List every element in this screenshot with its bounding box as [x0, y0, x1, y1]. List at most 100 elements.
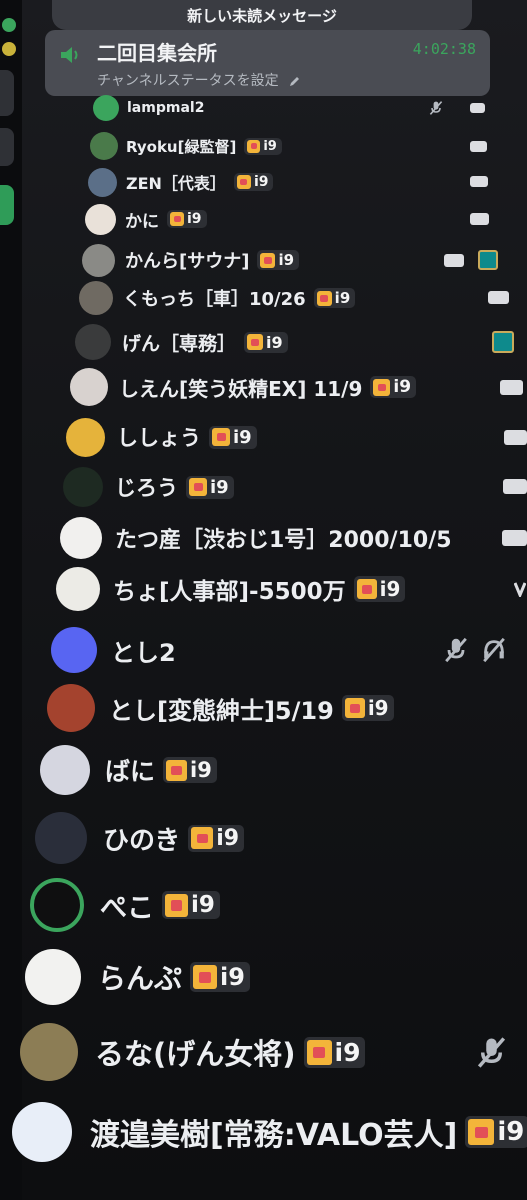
- badge-label: i9: [278, 251, 295, 269]
- voice-member[interactable]: ひのき i9: [35, 812, 245, 864]
- server-tag-badge[interactable]: i9: [163, 757, 217, 783]
- avatar[interactable]: [66, 417, 105, 457]
- server-tag-badge[interactable]: i9: [233, 173, 274, 191]
- mic-muted-icon[interactable]: [442, 636, 470, 664]
- badge-label: i9: [187, 211, 202, 227]
- crown-icon: [247, 139, 261, 153]
- avatar[interactable]: [79, 281, 113, 315]
- voice-member[interactable]: ちょ[人事部]-5500万 i9: [56, 567, 406, 611]
- avatar[interactable]: [47, 684, 95, 732]
- avatar[interactable]: [60, 517, 102, 559]
- badge-label: i9: [367, 696, 389, 720]
- voice-member[interactable]: しえん[笑う妖精EX] 11/9 i9: [70, 368, 417, 406]
- crown-icon: [260, 252, 276, 268]
- avatar[interactable]: [56, 567, 100, 611]
- voice-member[interactable]: じろう i9: [63, 467, 234, 507]
- voice-member[interactable]: かんら[サウナ] i9: [82, 243, 300, 277]
- avatar[interactable]: [25, 949, 81, 1005]
- server-tag-badge[interactable]: i9: [370, 376, 417, 398]
- server-icon[interactable]: [0, 185, 14, 225]
- crown-icon: [236, 175, 251, 189]
- server-tag-badge[interactable]: i9: [353, 576, 406, 602]
- camera-icon[interactable]: [470, 103, 485, 113]
- camera-icon[interactable]: [504, 430, 527, 445]
- avatar[interactable]: [93, 95, 119, 121]
- avatar[interactable]: [35, 812, 87, 864]
- avatar[interactable]: [88, 167, 117, 197]
- deafened-icon[interactable]: [480, 636, 508, 664]
- voice-member[interactable]: げん［専務］ i9: [75, 324, 288, 360]
- avatar[interactable]: [70, 368, 108, 406]
- voice-member[interactable]: 渡遑美樹[常務:VALO芸人] i9: [12, 1102, 527, 1162]
- voice-member[interactable]: lampmal2: [93, 95, 204, 121]
- server-tag-badge[interactable]: i9: [244, 331, 288, 353]
- camera-icon[interactable]: [502, 530, 527, 546]
- channel-status-placeholder: チャンネルステータスを設定: [97, 73, 279, 89]
- avatar[interactable]: [51, 627, 97, 673]
- server-tag-badge[interactable]: i9: [186, 475, 234, 499]
- voice-member[interactable]: ばに i9: [40, 745, 217, 795]
- server-tag-badge[interactable]: i9: [244, 137, 282, 155]
- server-tag-badge[interactable]: i9: [167, 210, 207, 228]
- avatar[interactable]: [20, 1023, 78, 1081]
- crown-icon: [344, 698, 365, 718]
- server-tag-badge[interactable]: i9: [162, 891, 220, 919]
- camera-icon[interactable]: [470, 141, 487, 152]
- member-name: ちょ[人事部]-5500万: [113, 579, 346, 605]
- camera-icon[interactable]: [488, 291, 509, 304]
- avatar[interactable]: [85, 203, 116, 235]
- badge-label: i9: [220, 963, 245, 991]
- server-tag-badge[interactable]: i9: [257, 250, 300, 270]
- server-icon[interactable]: [0, 70, 14, 116]
- mic-muted-icon[interactable]: [428, 100, 444, 116]
- voice-member[interactable]: かに i9: [85, 203, 207, 235]
- server-tag-badge[interactable]: i9: [465, 1116, 527, 1148]
- voice-timer: 4:02:38: [412, 40, 476, 58]
- voice-member[interactable]: ぺこ i9: [30, 878, 220, 932]
- server-tag-badge[interactable]: i9: [341, 695, 394, 721]
- camera-icon[interactable]: [470, 176, 488, 187]
- server-icon[interactable]: [0, 128, 14, 166]
- voice-member[interactable]: るな(げん女将) i9: [20, 1023, 366, 1081]
- server-tag-badge[interactable]: i9: [313, 288, 356, 308]
- voice-member[interactable]: くもっち［車］10/26 i9: [79, 281, 356, 315]
- voice-member[interactable]: とし2: [51, 627, 176, 673]
- mic-muted-icon[interactable]: [474, 1035, 509, 1070]
- voice-channel-header[interactable]: 二回目集会所 チャンネルステータスを設定 4:02:38: [45, 30, 490, 96]
- camera-icon[interactable]: [503, 479, 527, 494]
- camera-icon[interactable]: [444, 254, 464, 267]
- voice-member[interactable]: Ryoku[緑監督] i9: [90, 132, 282, 160]
- new-unread-messages-banner[interactable]: 新しい未読メッセージ: [52, 0, 472, 30]
- camera-icon[interactable]: [470, 213, 489, 225]
- badge-label: i9: [190, 758, 212, 782]
- avatar[interactable]: [90, 132, 118, 160]
- voice-member[interactable]: たつ産［渋おじ1号］2000/10/5: [60, 517, 452, 559]
- badge-label: i9: [210, 476, 229, 498]
- league-icon[interactable]: [492, 331, 514, 353]
- voice-member[interactable]: ししょう i9: [66, 417, 257, 457]
- voice-member[interactable]: とし[変態紳士]5/19 i9: [47, 684, 394, 732]
- voice-member[interactable]: ZEN［代表］ i9: [88, 167, 274, 197]
- channel-status-setter[interactable]: チャンネルステータスを設定: [97, 70, 301, 90]
- avatar[interactable]: [63, 467, 103, 507]
- avatar[interactable]: [75, 324, 111, 360]
- server-tag-badge[interactable]: i9: [188, 824, 245, 852]
- server-icon[interactable]: [2, 42, 16, 56]
- member-name: かんら[サウナ]: [125, 251, 250, 272]
- league-icon[interactable]: [478, 250, 498, 270]
- avatar[interactable]: [82, 243, 115, 277]
- crown-icon: [166, 759, 188, 781]
- server-tag-badge[interactable]: i9: [190, 962, 250, 992]
- camera-icon[interactable]: [500, 380, 523, 395]
- chevron-icon[interactable]: [513, 581, 527, 599]
- server-tag-badge[interactable]: i9: [209, 425, 257, 449]
- crown-icon: [373, 378, 391, 396]
- server-icon[interactable]: [2, 18, 16, 32]
- avatar[interactable]: [12, 1102, 72, 1162]
- voice-member[interactable]: らんぷ i9: [25, 949, 250, 1005]
- avatar[interactable]: [40, 745, 90, 795]
- crown-icon: [193, 965, 218, 989]
- member-name: げん［専務］: [122, 332, 237, 355]
- server-tag-badge[interactable]: i9: [303, 1036, 366, 1068]
- avatar[interactable]: [30, 878, 84, 932]
